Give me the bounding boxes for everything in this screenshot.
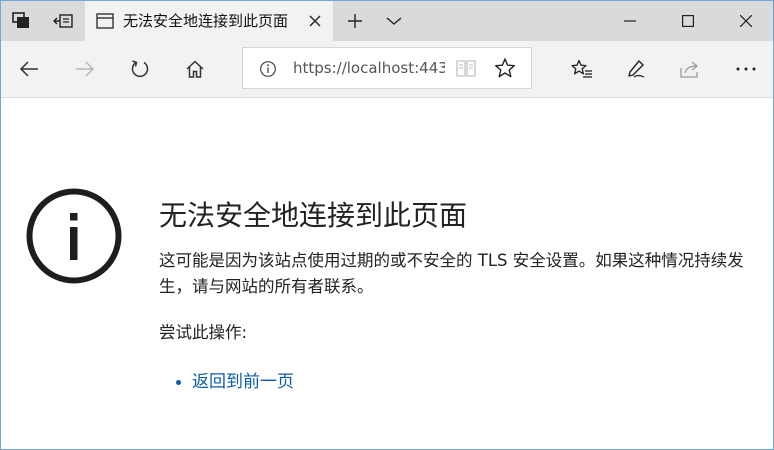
tab-manager-button[interactable] [1,1,41,41]
forward-arrow-icon [76,61,95,77]
address-bar[interactable]: https://localhost:4438 [242,47,532,89]
minimize-button[interactable] [607,1,653,41]
bullet [176,380,181,385]
title-bar: 无法安全地连接到此页面 [1,1,773,41]
info-icon [26,188,122,284]
tab-close-button[interactable] [305,11,325,31]
favorites-hub-button[interactable] [562,49,602,89]
page-content: 无法安全地连接到此页面 这可能是因为该站点使用过期的或不安全的 TLS 安全设置… [1,98,773,449]
back-button[interactable] [9,49,49,89]
more-button[interactable] [726,49,766,89]
refresh-button[interactable] [120,49,160,89]
more-icon [736,67,756,71]
home-icon [186,60,204,78]
go-back-link[interactable]: 返回到前一页 [192,372,294,392]
navigation-bar: https://localhost:4438 [1,41,773,98]
try-heading: 尝试此操作: [159,323,248,342]
page-icon [96,13,114,29]
close-window-button[interactable] [723,1,769,41]
tab-active[interactable]: 无法安全地连接到此页面 [85,1,333,41]
maximize-icon [682,15,694,27]
chevron-down-icon [386,17,402,25]
tab-manager-icon [12,12,29,28]
close-icon [309,15,321,27]
reading-view-icon[interactable] [455,58,477,78]
maximize-button[interactable] [665,1,711,41]
set-aside-tabs-icon [53,14,73,28]
favorites-hub-icon [571,59,592,78]
home-button[interactable] [175,49,215,89]
info-icon[interactable] [259,60,277,78]
share-icon [680,61,699,78]
url-text[interactable]: https://localhost:4438 [293,48,445,88]
minimize-icon [624,20,636,22]
pen-icon [628,60,645,78]
refresh-icon [131,60,149,78]
action-list: 返回到前一页 [173,370,294,394]
plus-icon [348,14,362,28]
browser-window: 无法安全地连接到此页面 https://localhost:4438 无法安全地… [0,0,774,450]
tab-title: 无法安全地连接到此页面 [123,12,289,30]
star-icon[interactable] [494,57,516,79]
forward-button[interactable] [65,49,105,89]
new-tab-button[interactable] [337,1,373,41]
error-description: 这可能是因为该站点使用过期的或不安全的 TLS 安全设置。如果这种情况持续发生，… [159,251,744,296]
error-title: 无法安全地连接到此页面 [159,199,468,232]
list-item: 返回到前一页 [173,370,294,394]
close-icon [740,15,752,27]
set-aside-tabs-button[interactable] [45,1,81,41]
back-arrow-icon [19,61,38,77]
web-note-button[interactable] [616,49,656,89]
share-button[interactable] [671,49,711,89]
tab-preview-button[interactable] [377,1,411,41]
